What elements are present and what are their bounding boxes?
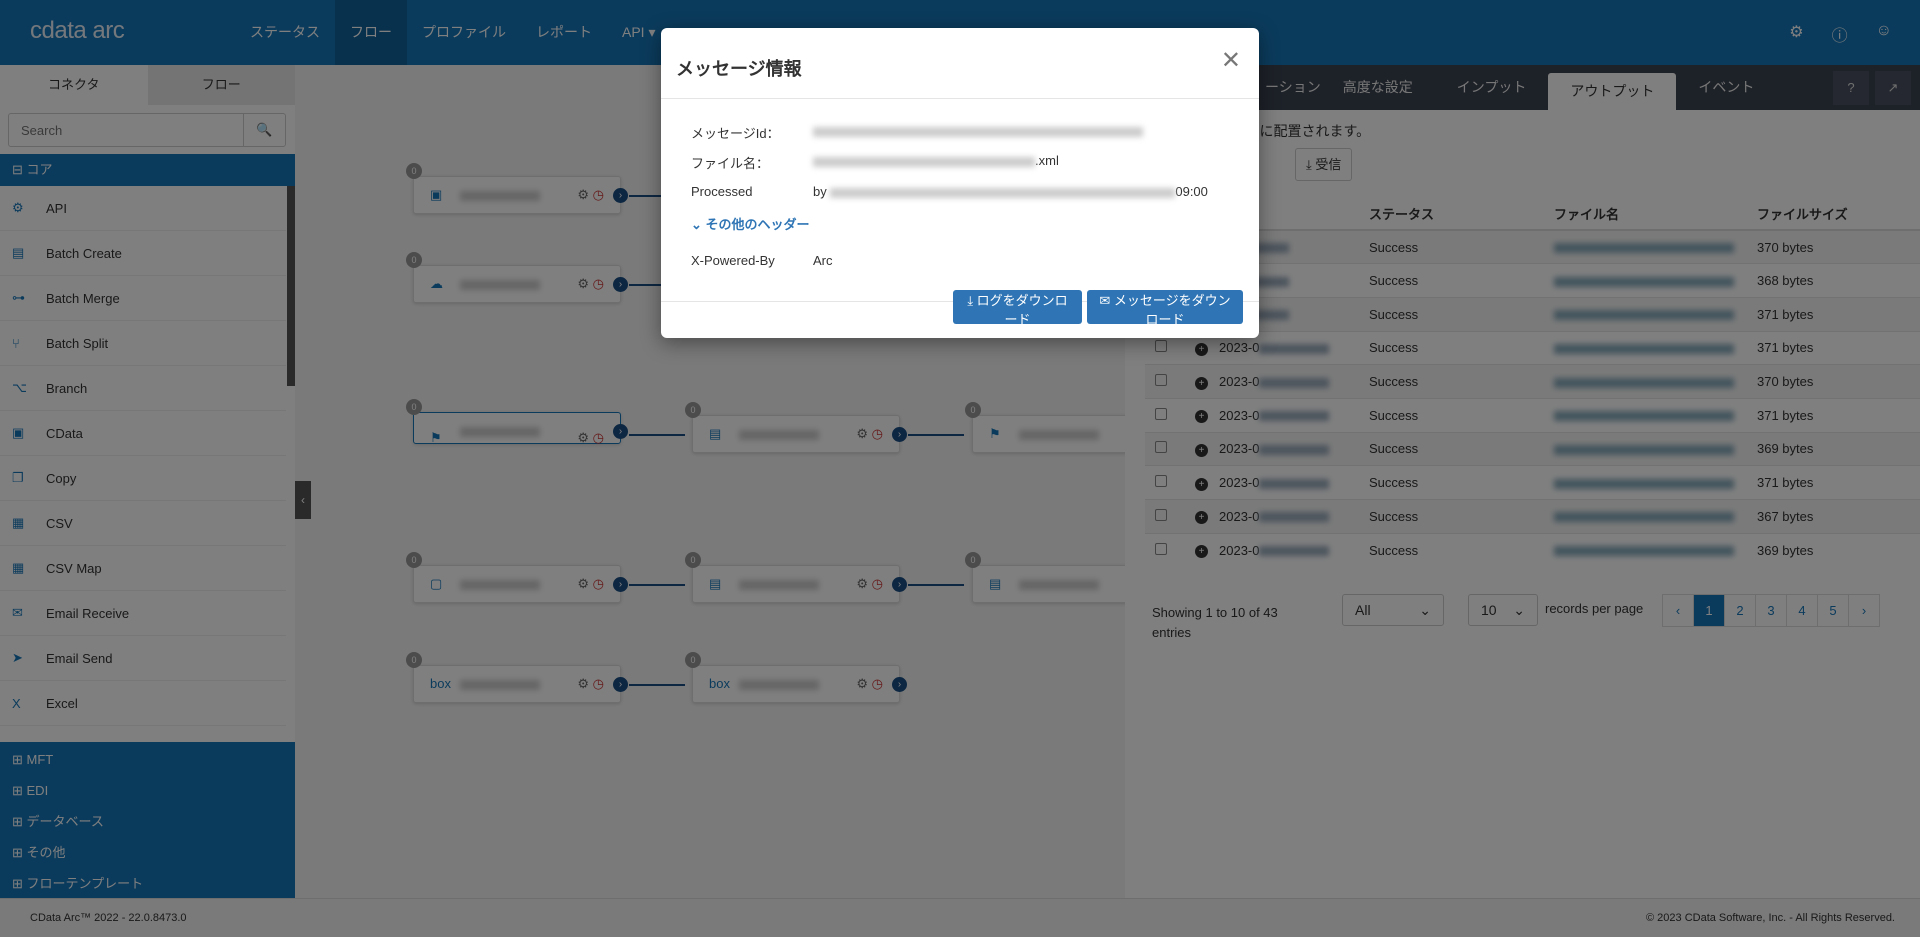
download-icon: ⤓	[967, 293, 977, 308]
field-label-processed: Processed	[691, 184, 753, 199]
close-icon[interactable]: ✕	[1221, 46, 1241, 75]
field-value-processed: by 09:00	[813, 184, 1208, 199]
download-message-button[interactable]: ✉ メッセージをダウンロード	[1087, 290, 1243, 327]
more-headers-toggle[interactable]: ⌄ その他のヘッダー	[691, 214, 810, 233]
chevron-down-circle-icon: ⌄	[691, 217, 706, 232]
dialog-title: メッセージ情報	[676, 59, 802, 79]
field-label-filename: ファイル名：	[691, 156, 770, 171]
message-info-dialog: メッセージ情報 ✕ メッセージId： ファイル名： .xml Processed…	[661, 28, 1259, 338]
field-label-powered-by: X-Powered-By	[691, 253, 775, 268]
field-value-filename: .xml	[813, 153, 1059, 168]
field-value-powered-by: Arc	[813, 253, 833, 268]
field-label-message-id: メッセージId：	[691, 126, 780, 141]
envelope-icon: ✉	[1099, 293, 1114, 308]
download-log-button[interactable]: ⤓ ログをダウンロード	[953, 290, 1082, 327]
field-value-message-id	[813, 123, 1143, 138]
